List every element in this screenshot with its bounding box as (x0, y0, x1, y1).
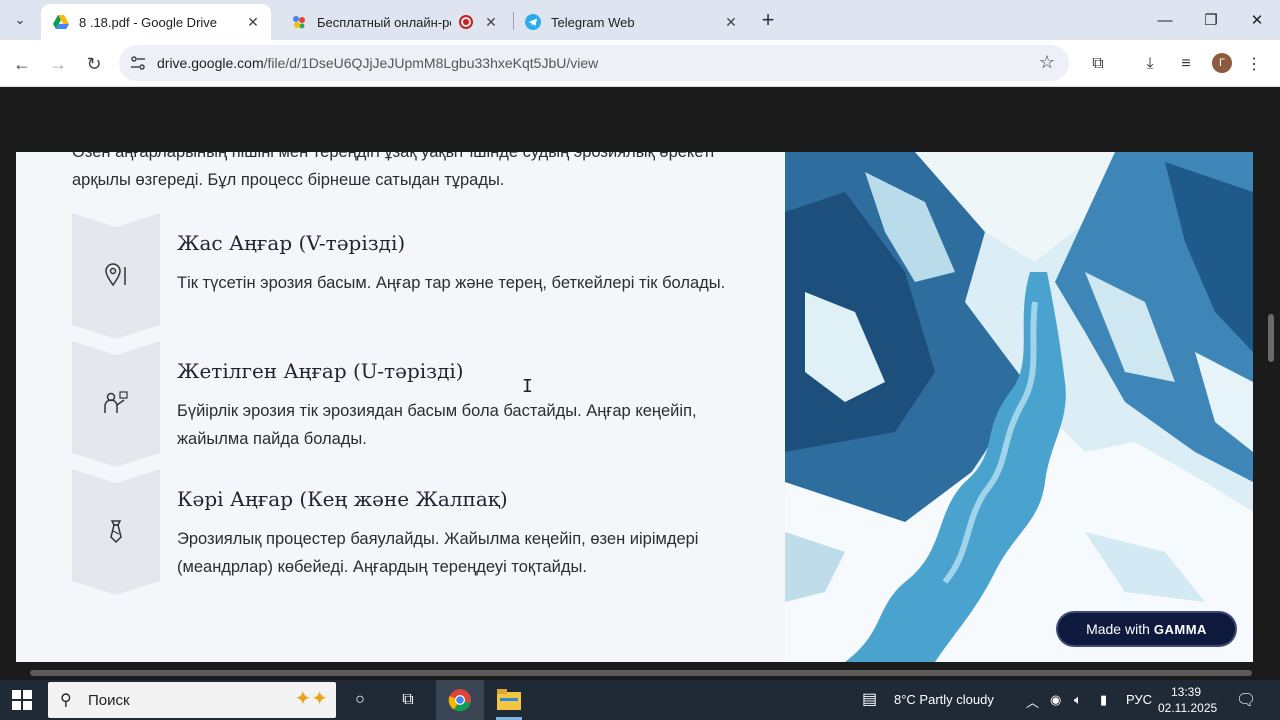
clock-time: 13:39 (1170, 685, 1202, 699)
close-window-icon[interactable]: ✕ (1234, 0, 1280, 40)
badge-prefix: Made with (1086, 621, 1150, 637)
cortana-circle-icon[interactable]: ○ (346, 686, 374, 714)
made-with-gamma-badge[interactable]: Made with GAMMA (1058, 613, 1235, 645)
step-chevron (72, 469, 160, 595)
sparkle-icon: ✦✦ (294, 688, 328, 710)
person-presenting-icon (104, 391, 128, 413)
clock-date: 02.11.2025 (1158, 701, 1218, 715)
search-icon: ⚲ (60, 692, 72, 709)
tray-overflow-chevron-icon[interactable]: ︿ (1026, 692, 1039, 711)
horizontal-scrollbar[interactable] (30, 670, 1252, 676)
profile-avatar[interactable]: Г (1212, 53, 1232, 73)
telegram-icon (525, 14, 541, 30)
file-explorer-icon[interactable] (497, 689, 521, 711)
windows-taskbar: ⚲ Поиск ✦✦ ○ ⧉ ▤ 8°C Partly cloudy ︿ ◉ 🔈… (0, 680, 1280, 720)
volume-icon[interactable]: 🔈︎ (1074, 692, 1082, 708)
google-drive-icon (53, 15, 69, 29)
browser-toolbar: ← → ↻ drive.google.com/file/d/1DseU6QJjJ… (0, 40, 1280, 87)
url-path: /file/d/1DseU6QJjJeJUpmM8Lgbu33hxeKqt5Jb… (263, 55, 599, 71)
tab-title: Telegram Web (551, 14, 635, 30)
tab-telegram[interactable]: Telegram Web ✕ (513, 4, 749, 40)
pdf-page: Өзен аңғарларының пішіні мен тереңдігі ұ… (16, 152, 1253, 662)
new-tab-button[interactable]: + (756, 7, 780, 32)
intro-paragraph: Өзен аңғарларының пішіні мен тереңдігі ұ… (72, 152, 715, 189)
badge-brand: GAMMA (1153, 621, 1207, 637)
windows-start-icon[interactable] (12, 690, 32, 710)
step-title: Кәрі Аңғар (Кең және Жалпақ) (177, 487, 508, 511)
pdf-viewer: Өзен аңғарларының пішіні мен тереңдігі ұ… (0, 88, 1280, 680)
close-tab-icon[interactable]: ✕ (481, 12, 501, 32)
step-chevron (72, 213, 160, 339)
step-mature-valley: Жетілген Аңғар (U-тәрізді) Бүйірлік эроз… (72, 341, 752, 467)
text-cursor-icon: I (522, 376, 533, 397)
step-text: Бүйірлік эрозия тік эрозиядан басым бола… (177, 402, 697, 448)
step-young-valley: Жас Аңғар (V-тәрізді) Тік түсетін эрозия… (72, 213, 752, 339)
address-bar[interactable]: drive.google.com/file/d/1DseU6QJjJeJUpmM… (119, 45, 1069, 81)
task-view-icon[interactable]: ⧉ (394, 686, 422, 714)
step-text: Тік түсетін эрозия басым. Аңғар тар және… (177, 274, 726, 292)
river-valley-illustration (785, 152, 1253, 662)
step-old-valley: Кәрі Аңғар (Кең және Жалпақ) Эрозиялық п… (72, 469, 752, 595)
tab-search-chevron-icon[interactable]: ⌄ (6, 6, 34, 34)
network-icon[interactable]: ◉ (1050, 692, 1061, 708)
notification-center-icon[interactable]: 🗨︎ (1236, 690, 1256, 710)
tab-strip: ⌄ 8 .18.pdf - Google Drive ✕ Бесплатный … (0, 0, 1280, 40)
close-tab-icon[interactable]: ✕ (243, 12, 263, 32)
step-chevron (72, 341, 160, 467)
vertical-scrollbar[interactable] (1268, 314, 1274, 362)
close-tab-icon[interactable]: ✕ (721, 12, 741, 32)
site-info-icon[interactable] (129, 54, 147, 72)
colorful-dots-icon (293, 16, 305, 29)
news-widget-icon[interactable]: ▤ (862, 689, 877, 709)
microphone-icon[interactable]: ▮ (1100, 692, 1107, 708)
minimize-icon[interactable]: — (1142, 0, 1188, 40)
restore-icon[interactable]: ❐ (1188, 0, 1234, 40)
recording-indicator-icon (459, 15, 473, 29)
step-title: Жетілген Аңғар (U-тәрізді) (177, 359, 464, 383)
forward-arrow-icon[interactable]: → (44, 50, 72, 78)
taskbar-search-box[interactable]: ⚲ Поиск ✦✦ (48, 682, 336, 718)
back-arrow-icon[interactable]: ← (8, 50, 36, 78)
media-controls-icon[interactable]: ≡ (1174, 52, 1198, 76)
language-indicator[interactable]: РУС (1126, 692, 1152, 707)
url-text: drive.google.com/file/d/1DseU6QJjJeJUpmM… (157, 55, 598, 71)
tab-title: Бесплатный онлайн-рекор (317, 14, 451, 30)
bookmark-star-icon[interactable]: ☆ (1039, 52, 1055, 73)
extensions-puzzle-icon[interactable]: ⧉ (1086, 52, 1110, 76)
url-host: drive.google.com (157, 55, 264, 71)
downloads-icon[interactable]: ⤓ (1138, 52, 1162, 76)
weather-text[interactable]: 8°C Partly cloudy (894, 692, 994, 707)
tab-title: 8 .18.pdf - Google Drive (79, 14, 218, 30)
step-title: Жас Аңғар (V-тәрізді) (177, 231, 406, 255)
step-text: Эрозиялық процестер баяулайды. Жайылма к… (177, 530, 699, 576)
tab-recorder[interactable]: Бесплатный онлайн-рекор ✕ (279, 4, 509, 40)
chrome-app-icon[interactable] (448, 688, 472, 712)
system-clock[interactable]: 13:39 02.11.2025 (1158, 684, 1218, 716)
location-pin-icon (105, 263, 126, 287)
search-placeholder: Поиск (88, 692, 130, 709)
reload-icon[interactable]: ↻ (80, 50, 108, 78)
tie-icon (110, 520, 122, 544)
more-menu-icon[interactable]: ⋮ (1242, 52, 1266, 76)
tab-google-drive[interactable]: 8 .18.pdf - Google Drive ✕ (41, 4, 271, 40)
